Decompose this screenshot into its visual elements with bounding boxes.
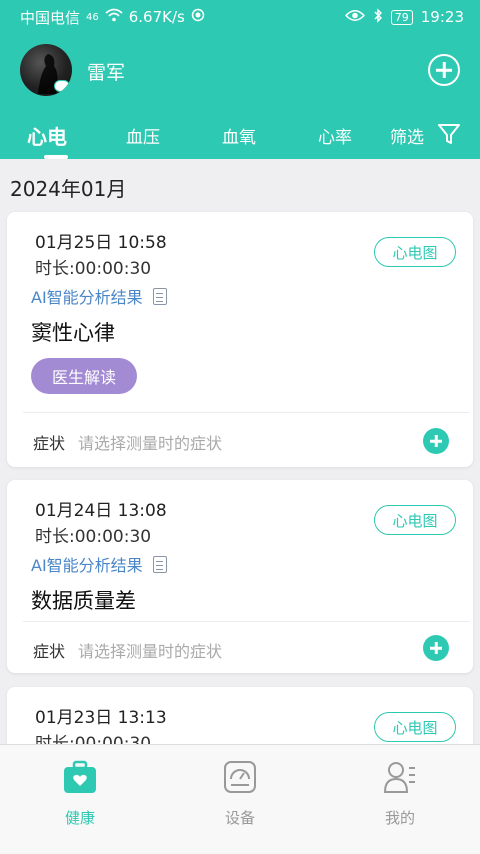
battery-icon: 79 (390, 9, 413, 25)
filter-icon[interactable] (437, 122, 461, 150)
nav-profile[interactable]: 我的 (360, 759, 440, 828)
doctor-interpret-button[interactable]: 医生解读 (31, 358, 137, 394)
record-duration: 时长:00:00:30 (35, 527, 152, 547)
tab-bar: 心电 血压 血氧 心率 筛选 (0, 119, 480, 159)
ai-analysis-row[interactable]: AI智能分析结果 (31, 284, 167, 308)
clock: 19:23 (420, 8, 464, 26)
ecg-chart-button[interactable]: 心电图 (374, 712, 456, 742)
record-icon (191, 8, 205, 26)
tab-heart-rate[interactable]: 心率 (318, 123, 352, 148)
nav-device[interactable]: 设备 (200, 759, 280, 828)
ai-analysis-row[interactable]: AI智能分析结果 (31, 552, 167, 576)
bottom-nav: 健康 设备 我的 (0, 744, 480, 854)
signal-icon: 46 (86, 11, 99, 23)
ai-analysis-link[interactable]: AI智能分析结果 (31, 284, 143, 308)
nav-health[interactable]: 健康 (40, 759, 120, 828)
tab-blood-oxygen[interactable]: 血氧 (222, 123, 256, 148)
report-icon[interactable] (152, 555, 167, 573)
ecg-chart-button[interactable]: 心电图 (374, 505, 456, 535)
avatar-badge (54, 80, 70, 92)
add-symptom-button[interactable] (423, 428, 449, 454)
add-symptom-button[interactable] (423, 635, 449, 661)
tab-active-indicator (44, 155, 68, 159)
nav-label: 我的 (384, 809, 415, 827)
divider (23, 412, 469, 413)
nav-label: 设备 (224, 809, 255, 827)
tab-ecg[interactable]: 心电 (27, 121, 67, 150)
status-bar: 中国电信 46 6.67K/s 79 19:23 (0, 0, 480, 34)
record-date: 01月25日 10:58 (35, 233, 167, 253)
carrier-text: 中国电信 (20, 8, 81, 27)
record-card[interactable]: 01月24日 13:08 时长:00:00:30 心电图 AI智能分析结果 数据… (7, 480, 473, 673)
symptom-label: 症状 (33, 642, 66, 661)
divider (23, 621, 469, 622)
wifi-icon (105, 8, 123, 26)
report-icon[interactable] (152, 287, 167, 305)
analysis-result: 数据质量差 (31, 589, 136, 613)
avatar[interactable] (20, 44, 72, 96)
profile-icon (382, 759, 418, 795)
month-heading: 2024年01月 (10, 177, 127, 201)
ai-analysis-link[interactable]: AI智能分析结果 (31, 552, 143, 576)
record-duration: 时长:00:00:30 (35, 259, 152, 279)
device-gauge-icon (222, 759, 258, 795)
tab-blood-pressure[interactable]: 血压 (126, 123, 160, 148)
app-header: 雷军 心电 血压 血氧 心率 筛选 (0, 34, 480, 159)
eye-icon (344, 8, 365, 26)
add-button[interactable] (428, 54, 460, 86)
symptom-placeholder[interactable]: 请选择测量时的症状 (78, 638, 222, 662)
symptom-label: 症状 (33, 434, 66, 453)
health-case-icon (62, 759, 98, 795)
username: 雷军 (87, 62, 126, 84)
ecg-chart-button[interactable]: 心电图 (374, 237, 456, 267)
symptom-placeholder[interactable]: 请选择测量时的症状 (78, 430, 222, 454)
record-date: 01月23日 13:13 (35, 708, 167, 728)
nav-label: 健康 (64, 809, 95, 827)
network-speed: 6.67K/s (128, 8, 185, 26)
bluetooth-icon (373, 7, 383, 27)
record-card[interactable]: 01月25日 10:58 时长:00:00:30 心电图 AI智能分析结果 窦性… (7, 212, 473, 467)
tab-filter[interactable]: 筛选 (390, 123, 424, 148)
record-date: 01月24日 13:08 (35, 501, 167, 521)
analysis-result: 窦性心律 (31, 321, 115, 345)
